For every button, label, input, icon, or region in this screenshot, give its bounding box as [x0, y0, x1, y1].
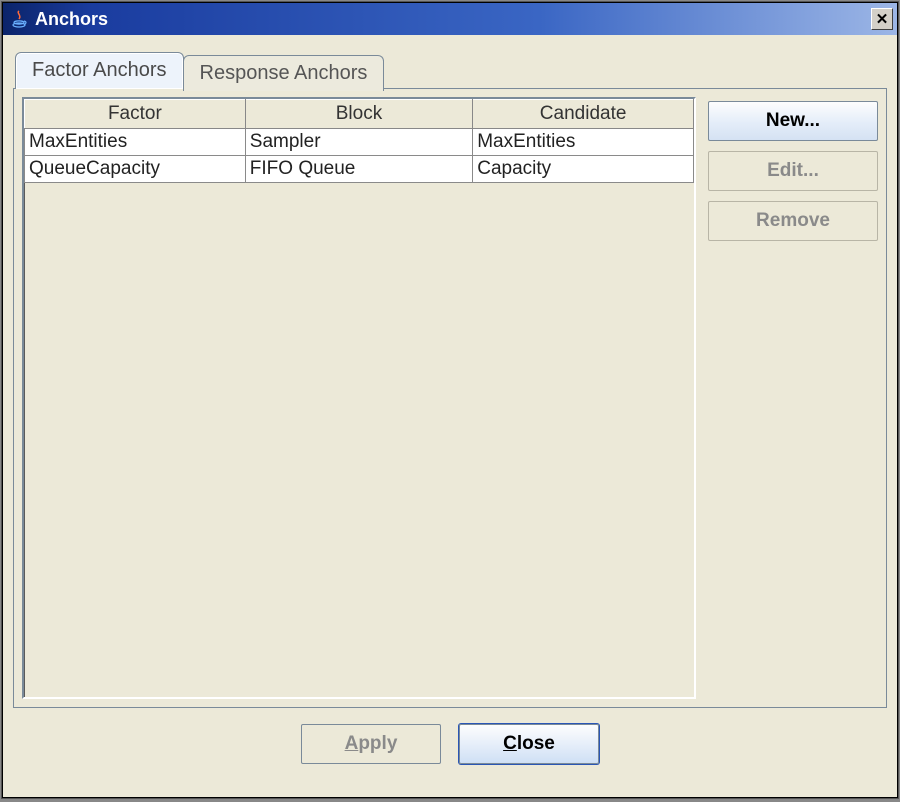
anchors-dialog: Anchors ✕ Factor Anchors Response Anchor…	[2, 2, 898, 798]
anchors-table-container: Factor Block Candidate MaxEntities Sampl…	[22, 97, 696, 699]
tabs: Factor Anchors Response Anchors Factor B…	[13, 51, 887, 708]
table-row[interactable]: MaxEntities Sampler MaxEntities	[25, 129, 694, 156]
cell-factor[interactable]: QueueCapacity	[25, 156, 246, 183]
tab-factor-anchors[interactable]: Factor Anchors	[15, 52, 184, 89]
cell-factor[interactable]: MaxEntities	[25, 129, 246, 156]
table-row[interactable]: QueueCapacity FIFO Queue Capacity	[25, 156, 694, 183]
button-label: Apply	[345, 733, 398, 755]
col-header-factor[interactable]: Factor	[25, 100, 246, 129]
content-area: Factor Anchors Response Anchors Factor B…	[3, 35, 897, 797]
cell-block[interactable]: Sampler	[245, 129, 472, 156]
cell-block[interactable]: FIFO Queue	[245, 156, 472, 183]
apply-button[interactable]: Apply	[301, 724, 441, 764]
button-label: Edit...	[767, 160, 819, 182]
window-title: Anchors	[35, 9, 871, 30]
new-button[interactable]: New...	[708, 101, 878, 141]
tab-panel-factor: Factor Block Candidate MaxEntities Sampl…	[13, 88, 887, 708]
button-label: Close	[503, 733, 555, 755]
side-button-column: New... Edit... Remove	[708, 97, 878, 699]
titlebar: Anchors ✕	[3, 3, 897, 35]
remove-button[interactable]: Remove	[708, 201, 878, 241]
anchors-table[interactable]: Factor Block Candidate MaxEntities Sampl…	[24, 99, 694, 183]
table-header-row: Factor Block Candidate	[25, 100, 694, 129]
tab-row: Factor Anchors Response Anchors	[15, 51, 887, 88]
col-header-candidate[interactable]: Candidate	[473, 100, 694, 129]
tab-label: Response Anchors	[200, 62, 368, 84]
tab-response-anchors[interactable]: Response Anchors	[183, 55, 385, 91]
cell-candidate[interactable]: MaxEntities	[473, 129, 694, 156]
button-label: New...	[766, 110, 820, 132]
close-icon[interactable]: ✕	[871, 8, 893, 30]
cell-candidate[interactable]: Capacity	[473, 156, 694, 183]
java-icon	[9, 9, 29, 29]
col-header-block[interactable]: Block	[245, 100, 472, 129]
dialog-button-bar: Apply Close	[13, 708, 887, 784]
button-label: Remove	[756, 210, 830, 232]
tab-label: Factor Anchors	[32, 59, 167, 81]
table-empty-area	[24, 183, 694, 697]
edit-button[interactable]: Edit...	[708, 151, 878, 191]
close-button[interactable]: Close	[459, 724, 599, 764]
